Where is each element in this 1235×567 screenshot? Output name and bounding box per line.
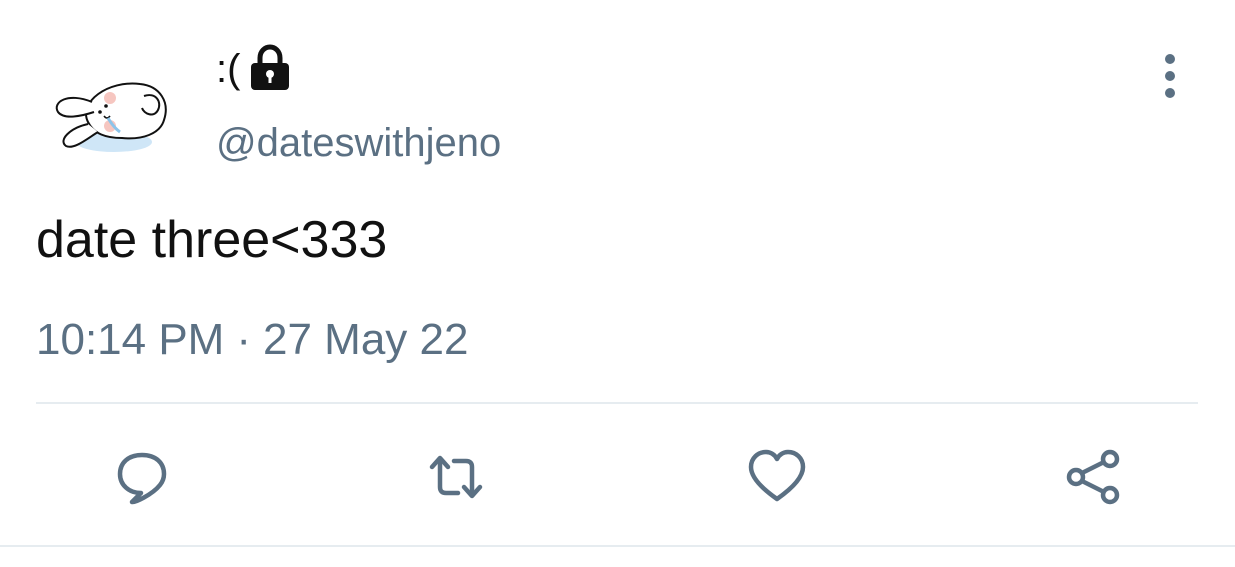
- retweet-icon: [429, 455, 483, 499]
- timestamp-separator: ·: [236, 315, 251, 364]
- user-display-name-row[interactable]: :(: [216, 44, 292, 94]
- more-vertical-icon-dot: [1165, 88, 1175, 98]
- retweet-button[interactable]: [424, 445, 488, 509]
- more-options-button[interactable]: [1148, 50, 1192, 102]
- tweet-card: :( @dateswithjeno date three<333 10:14 P…: [0, 0, 1235, 567]
- tweet-time: 10:14 PM: [36, 315, 225, 364]
- share-button[interactable]: [1062, 445, 1126, 509]
- divider: [36, 402, 1198, 404]
- like-button[interactable]: [745, 445, 809, 509]
- bottom-divider: [0, 545, 1235, 547]
- display-name[interactable]: :(: [216, 44, 240, 94]
- share-icon: [1066, 449, 1120, 505]
- lock-icon: [248, 44, 292, 92]
- tweet-date: 27 May 22: [263, 315, 469, 364]
- heart-icon: [748, 449, 806, 502]
- reply-button[interactable]: [110, 445, 174, 509]
- more-vertical-icon-dot: [1165, 71, 1175, 81]
- tweet-text: date three<333: [36, 211, 388, 269]
- user-handle[interactable]: @dateswithjeno: [216, 118, 501, 168]
- reply-icon: [117, 452, 167, 505]
- tweet-timestamp[interactable]: 10:14 PM · 27 May 22: [36, 312, 468, 368]
- crying-bunny-avatar-icon: [55, 82, 167, 152]
- more-vertical-icon: [1165, 54, 1175, 64]
- avatar[interactable]: [48, 62, 176, 162]
